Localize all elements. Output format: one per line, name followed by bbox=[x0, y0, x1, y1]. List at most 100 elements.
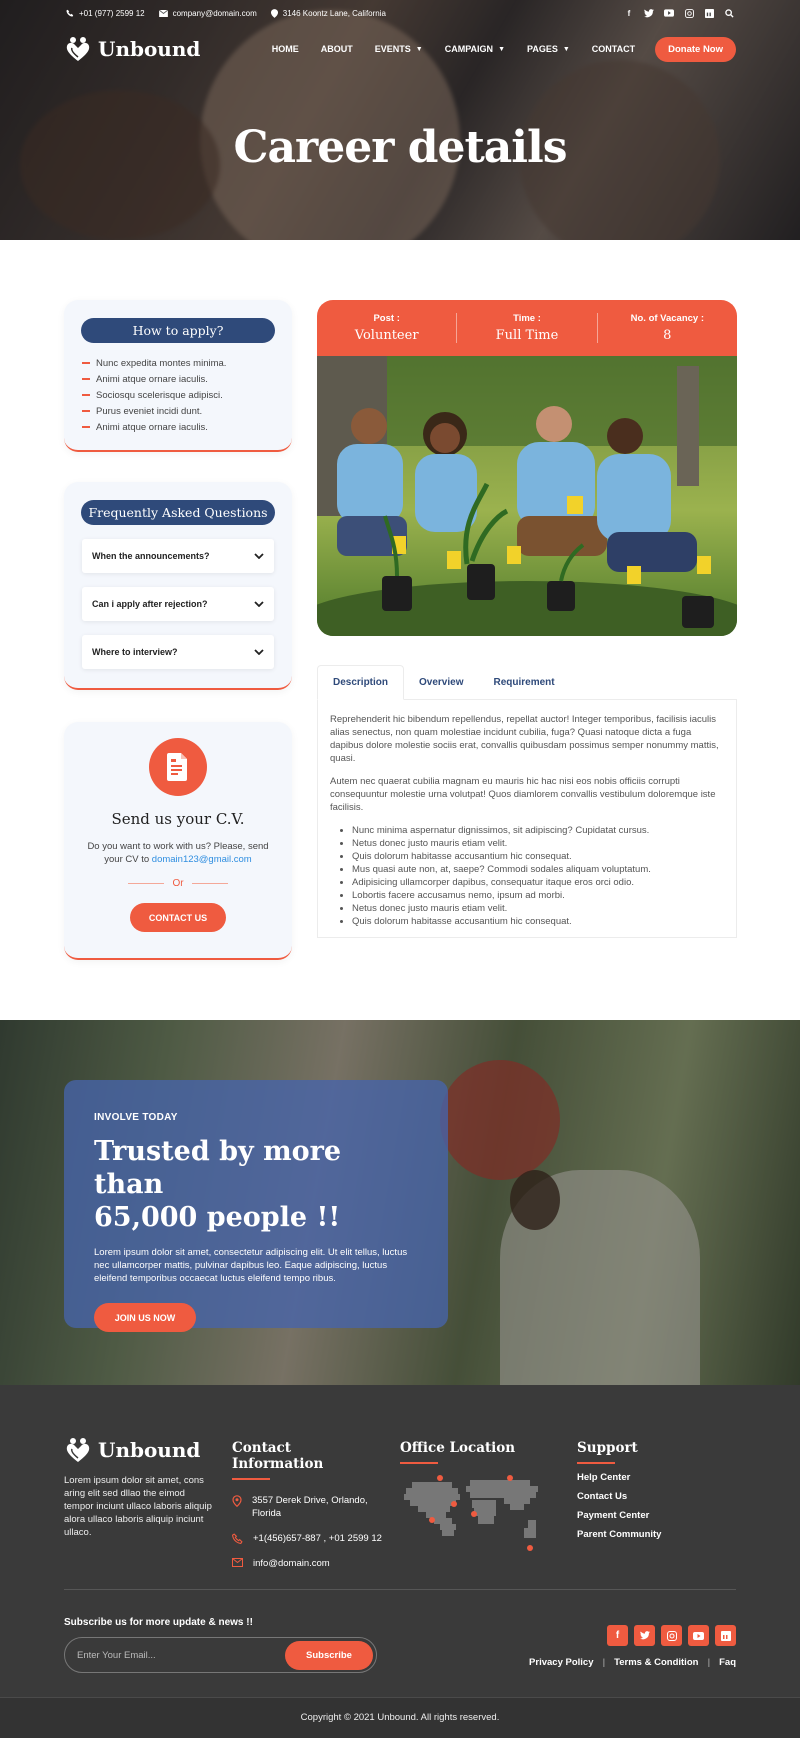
nav-events[interactable]: EVENTS ▼ bbox=[375, 44, 423, 54]
footer-divider bbox=[64, 1589, 736, 1590]
job-time-label: Time : bbox=[513, 313, 541, 324]
footer-link-payment-center[interactable]: Payment Center bbox=[577, 1510, 737, 1523]
topbar: +01 (977) 2599 12 company@domain.com 314… bbox=[66, 6, 734, 20]
footer-address: 3557 Derek Drive, Orlando, Florida bbox=[232, 1494, 382, 1520]
footer-about: Unbound Lorem ipsum dolor sit amet, cons… bbox=[64, 1438, 214, 1539]
twitter-icon[interactable] bbox=[644, 8, 654, 18]
heart-people-icon bbox=[66, 37, 90, 61]
faq-card: Frequently Asked Questions When the anno… bbox=[64, 482, 292, 690]
linkedin-icon[interactable] bbox=[704, 8, 714, 18]
heart-people-icon bbox=[66, 1438, 90, 1462]
contact-us-button[interactable]: CONTACT US bbox=[130, 903, 226, 932]
footer-link-parent-community[interactable]: Parent Community bbox=[577, 1529, 737, 1542]
involve-text: Lorem ipsum dolor sit amet, consectetur … bbox=[94, 1247, 408, 1284]
logo-text: Unbound bbox=[98, 37, 201, 61]
youtube-icon[interactable] bbox=[688, 1625, 709, 1646]
description-paragraph: Autem nec quaerat cubilia magnam eu maur… bbox=[330, 776, 716, 813]
footer-contact: Contact Information 3557 Derek Drive, Or… bbox=[232, 1440, 382, 1570]
faq-question: Can i apply after rejection? bbox=[92, 599, 208, 609]
terms-link[interactable]: Terms & Condition bbox=[614, 1657, 698, 1668]
privacy-policy-link[interactable]: Privacy Policy bbox=[529, 1657, 593, 1668]
job-post: Post : Volunteer bbox=[317, 313, 458, 343]
hero-banner: +01 (977) 2599 12 company@domain.com 314… bbox=[0, 0, 800, 240]
chevron-down-icon bbox=[254, 649, 264, 655]
topbar-social: f bbox=[624, 8, 734, 18]
youtube-icon[interactable] bbox=[664, 8, 674, 18]
chevron-down-icon: ▼ bbox=[415, 45, 423, 53]
volunteers-photo bbox=[317, 356, 737, 636]
faq-link[interactable]: Faq bbox=[719, 1657, 736, 1668]
world-map-graphic bbox=[404, 1475, 538, 1551]
or-divider: Or bbox=[64, 878, 292, 889]
facebook-icon[interactable]: f bbox=[607, 1625, 628, 1646]
nav-pages[interactable]: PAGES ▼ bbox=[527, 44, 570, 54]
copyright: Copyright © 2021 Unbound. All rights res… bbox=[0, 1697, 800, 1738]
faq-item[interactable]: Where to interview? bbox=[82, 635, 274, 669]
chevron-down-icon: ▼ bbox=[498, 45, 505, 53]
tab-description[interactable]: Description bbox=[317, 665, 405, 700]
how-to-apply-list: Nunc expedita montes minima. Animi atque… bbox=[82, 355, 292, 435]
list-item: Quis dolorum habitasse accusantium hic c… bbox=[352, 850, 724, 863]
location-pin-icon bbox=[270, 8, 278, 18]
location-pin-icon bbox=[232, 1495, 242, 1507]
topbar-phone[interactable]: +01 (977) 2599 12 bbox=[66, 9, 145, 18]
search-icon[interactable] bbox=[724, 8, 734, 18]
footer: Unbound Lorem ipsum dolor sit amet, cons… bbox=[0, 1385, 800, 1738]
donate-button[interactable]: Donate Now bbox=[655, 36, 736, 62]
send-cv-title: Send us your C.V. bbox=[111, 810, 245, 828]
email-field[interactable] bbox=[77, 1649, 285, 1661]
nav-about[interactable]: ABOUT bbox=[321, 44, 353, 54]
main-nav: Unbound HOME ABOUT EVENTS ▼ CAMPAIGN ▼ PAG… bbox=[64, 32, 736, 66]
list-item: Sociosqu scelerisque adipisci. bbox=[82, 387, 292, 403]
footer-about-text: Lorem ipsum dolor sit amet, cons aring e… bbox=[64, 1475, 212, 1538]
footer-link-help-center[interactable]: Help Center bbox=[577, 1472, 737, 1485]
subscribe-title: Subscribe us for more update & news !! bbox=[64, 1617, 253, 1628]
phone-icon bbox=[66, 9, 74, 17]
chevron-down-icon: ▼ bbox=[562, 45, 570, 53]
chevron-down-icon bbox=[254, 601, 264, 607]
nav-contact[interactable]: CONTACT bbox=[592, 44, 635, 54]
cv-email-link[interactable]: domain123@gmail.com bbox=[152, 854, 252, 865]
footer-email[interactable]: info@domain.com bbox=[232, 1557, 382, 1570]
job-time: Time : Full Time bbox=[457, 313, 598, 343]
list-item: Nunc expedita montes minima. bbox=[82, 355, 292, 371]
list-item: Quis dolorum habitasse accusantium hic c… bbox=[352, 915, 724, 928]
faq-item[interactable]: Can i apply after rejection? bbox=[82, 587, 274, 621]
nav-home[interactable]: HOME bbox=[272, 44, 299, 54]
job-post-value: Volunteer bbox=[354, 328, 419, 343]
nav-campaign[interactable]: CAMPAIGN ▼ bbox=[445, 44, 505, 54]
footer-link-contact-us[interactable]: Contact Us bbox=[577, 1491, 737, 1504]
job-vacancy: No. of Vacancy : 8 bbox=[598, 313, 737, 343]
document-icon bbox=[149, 738, 207, 796]
separator: | bbox=[707, 1657, 711, 1668]
footer-support-title: Support bbox=[577, 1440, 737, 1464]
mail-icon bbox=[232, 1558, 243, 1567]
topbar-email[interactable]: company@domain.com bbox=[158, 8, 257, 18]
phone-icon bbox=[232, 1533, 243, 1544]
topbar-phone-text: +01 (977) 2599 12 bbox=[79, 8, 145, 18]
list-item: Lobortis facere accusamus nemo, ipsum ad… bbox=[352, 889, 724, 902]
footer-contact-title: Contact Information bbox=[232, 1440, 382, 1480]
footer-phone[interactable]: +1(456)657-887 , +01 2599 12 bbox=[232, 1532, 382, 1545]
facebook-icon[interactable]: f bbox=[624, 8, 634, 18]
list-item: Animi atque ornare iaculis. bbox=[82, 419, 292, 435]
tab-content: Reprehenderit hic bibendum repellendus, … bbox=[317, 700, 737, 938]
job-time-value: Full Time bbox=[495, 328, 559, 343]
faq-item[interactable]: When the announcements? bbox=[82, 539, 274, 573]
instagram-icon[interactable] bbox=[661, 1625, 682, 1646]
tab-requirement[interactable]: Requirement bbox=[479, 665, 570, 699]
join-us-button[interactable]: JOIN US NOW bbox=[94, 1303, 196, 1332]
instagram-icon[interactable] bbox=[684, 8, 694, 18]
description-paragraph: Reprehenderit hic bibendum repellendus, … bbox=[330, 714, 719, 764]
linkedin-icon[interactable] bbox=[715, 1625, 736, 1646]
footer-logo[interactable]: Unbound bbox=[64, 1436, 214, 1464]
how-to-apply-title: How to apply? bbox=[81, 318, 275, 343]
tab-overview[interactable]: Overview bbox=[404, 665, 478, 699]
subscribe-button[interactable]: Subscribe bbox=[285, 1640, 373, 1670]
footer-legal-links: Privacy Policy | Terms & Condition | Faq bbox=[529, 1657, 736, 1668]
list-item: Mus quasi aute non, at, saepe? Commodi s… bbox=[352, 863, 724, 876]
topbar-email-text: company@domain.com bbox=[172, 8, 257, 18]
logo[interactable]: Unbound bbox=[64, 35, 200, 63]
twitter-icon[interactable] bbox=[634, 1625, 655, 1646]
topbar-address-text: 3146 Koontz Lane, California bbox=[282, 8, 386, 18]
